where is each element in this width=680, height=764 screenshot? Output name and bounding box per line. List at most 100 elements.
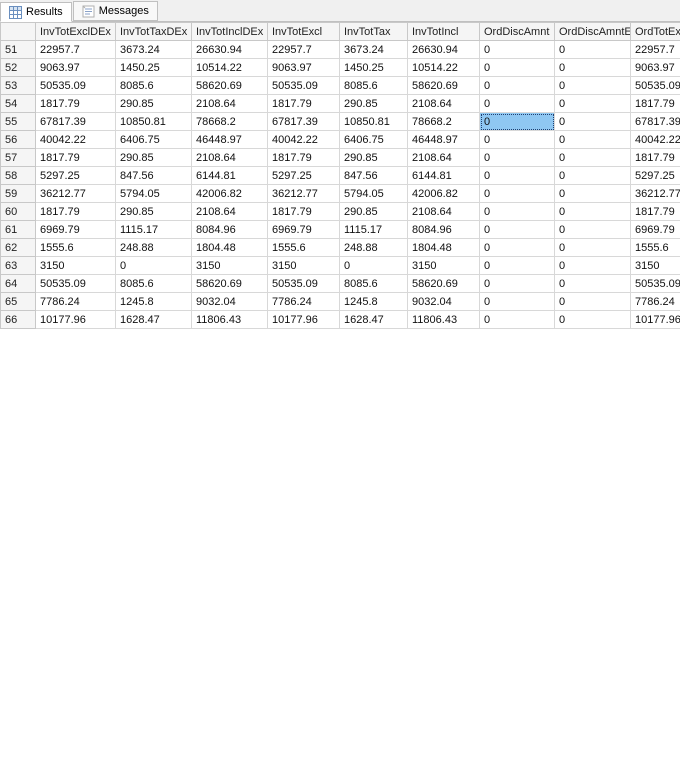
- row-number-cell[interactable]: 63: [1, 257, 36, 275]
- data-cell[interactable]: 6969.79: [631, 221, 680, 239]
- tab-messages[interactable]: Messages: [73, 1, 158, 21]
- data-cell[interactable]: 7786.24: [268, 293, 340, 311]
- data-cell[interactable]: 3673.24: [116, 41, 192, 59]
- data-cell[interactable]: 0: [555, 167, 631, 185]
- data-cell[interactable]: 5297.25: [631, 167, 680, 185]
- data-cell[interactable]: 78668.2: [192, 113, 268, 131]
- row-number-cell[interactable]: 65: [1, 293, 36, 311]
- table-row[interactable]: 621555.6248.881804.481555.6248.881804.48…: [1, 239, 680, 257]
- column-header[interactable]: InvTotTaxDEx: [116, 23, 192, 41]
- data-cell[interactable]: 2108.64: [192, 149, 268, 167]
- data-cell[interactable]: 0: [555, 185, 631, 203]
- data-cell[interactable]: 0: [555, 293, 631, 311]
- data-cell[interactable]: 10514.22: [408, 59, 480, 77]
- data-cell[interactable]: 1555.6: [631, 239, 680, 257]
- data-cell[interactable]: 7786.24: [631, 293, 680, 311]
- table-row[interactable]: 5936212.775794.0542006.8236212.775794.05…: [1, 185, 680, 203]
- data-cell[interactable]: 5794.05: [116, 185, 192, 203]
- data-cell[interactable]: 8084.96: [192, 221, 268, 239]
- data-cell[interactable]: 22957.7: [631, 41, 680, 59]
- data-cell[interactable]: 0: [555, 59, 631, 77]
- data-cell[interactable]: 50535.09: [268, 275, 340, 293]
- table-row[interactable]: 6450535.098085.658620.6950535.098085.658…: [1, 275, 680, 293]
- corner-cell[interactable]: [1, 23, 36, 41]
- row-number-cell[interactable]: 64: [1, 275, 36, 293]
- data-cell[interactable]: 0: [555, 131, 631, 149]
- data-cell[interactable]: 1245.8: [116, 293, 192, 311]
- row-number-cell[interactable]: 51: [1, 41, 36, 59]
- data-cell[interactable]: 0: [555, 275, 631, 293]
- data-cell[interactable]: 5794.05: [340, 185, 408, 203]
- data-cell[interactable]: 3150: [36, 257, 116, 275]
- data-cell[interactable]: 0: [480, 293, 555, 311]
- data-cell[interactable]: 58620.69: [408, 77, 480, 95]
- data-cell[interactable]: 8084.96: [408, 221, 480, 239]
- data-cell[interactable]: 290.85: [340, 95, 408, 113]
- data-cell[interactable]: 26630.94: [192, 41, 268, 59]
- data-cell[interactable]: 7786.24: [36, 293, 116, 311]
- data-cell[interactable]: 22957.7: [268, 41, 340, 59]
- data-cell[interactable]: 3150: [631, 257, 680, 275]
- data-cell[interactable]: 40042.22: [268, 131, 340, 149]
- data-cell[interactable]: 290.85: [116, 95, 192, 113]
- data-cell[interactable]: 11806.43: [408, 311, 480, 329]
- row-number-cell[interactable]: 60: [1, 203, 36, 221]
- table-row[interactable]: 541817.79290.852108.641817.79290.852108.…: [1, 95, 680, 113]
- tab-results[interactable]: Results: [0, 2, 72, 22]
- column-header[interactable]: InvTotTax: [340, 23, 408, 41]
- data-cell[interactable]: 5297.25: [268, 167, 340, 185]
- table-row[interactable]: 601817.79290.852108.641817.79290.852108.…: [1, 203, 680, 221]
- data-cell[interactable]: 11806.43: [192, 311, 268, 329]
- data-cell[interactable]: 9032.04: [192, 293, 268, 311]
- row-number-cell[interactable]: 59: [1, 185, 36, 203]
- data-cell[interactable]: 8085.6: [340, 77, 408, 95]
- row-number-cell[interactable]: 55: [1, 113, 36, 131]
- data-cell[interactable]: 36212.77: [36, 185, 116, 203]
- data-cell[interactable]: 1817.79: [268, 203, 340, 221]
- row-number-cell[interactable]: 62: [1, 239, 36, 257]
- data-cell[interactable]: 0: [480, 239, 555, 257]
- data-cell[interactable]: 0: [116, 257, 192, 275]
- data-cell[interactable]: 0: [480, 149, 555, 167]
- data-cell[interactable]: 8085.6: [340, 275, 408, 293]
- data-cell[interactable]: 67817.39: [268, 113, 340, 131]
- data-cell[interactable]: 1817.79: [36, 203, 116, 221]
- data-cell[interactable]: 3150: [192, 257, 268, 275]
- data-cell[interactable]: 58620.69: [192, 77, 268, 95]
- data-cell[interactable]: 0: [555, 113, 631, 131]
- data-cell[interactable]: 36212.77: [268, 185, 340, 203]
- data-cell[interactable]: 50535.09: [36, 275, 116, 293]
- row-number-cell[interactable]: 54: [1, 95, 36, 113]
- data-cell[interactable]: 9063.97: [36, 59, 116, 77]
- data-cell[interactable]: 0: [480, 257, 555, 275]
- table-row[interactable]: 616969.791115.178084.966969.791115.17808…: [1, 221, 680, 239]
- data-cell[interactable]: 46448.97: [192, 131, 268, 149]
- data-cell[interactable]: 0: [555, 221, 631, 239]
- data-cell[interactable]: 9032.04: [408, 293, 480, 311]
- data-cell[interactable]: 6144.81: [192, 167, 268, 185]
- data-cell[interactable]: 2108.64: [408, 203, 480, 221]
- data-cell[interactable]: 1245.8: [340, 293, 408, 311]
- column-header[interactable]: InvTotInclDEx: [192, 23, 268, 41]
- data-cell[interactable]: 1817.79: [268, 95, 340, 113]
- data-cell[interactable]: 6144.81: [408, 167, 480, 185]
- data-cell[interactable]: 0: [555, 41, 631, 59]
- data-cell[interactable]: 10514.22: [192, 59, 268, 77]
- data-cell[interactable]: 0: [480, 275, 555, 293]
- table-row[interactable]: 585297.25847.566144.815297.25847.566144.…: [1, 167, 680, 185]
- data-cell[interactable]: 248.88: [340, 239, 408, 257]
- column-header[interactable]: InvTotExcl: [268, 23, 340, 41]
- data-cell[interactable]: 0: [555, 95, 631, 113]
- data-cell[interactable]: 1555.6: [268, 239, 340, 257]
- data-cell[interactable]: 0: [555, 257, 631, 275]
- data-cell[interactable]: 1817.79: [36, 149, 116, 167]
- data-cell[interactable]: 2108.64: [192, 203, 268, 221]
- data-cell[interactable]: 50535.09: [631, 77, 680, 95]
- data-cell[interactable]: 0: [480, 185, 555, 203]
- data-cell[interactable]: 1804.48: [408, 239, 480, 257]
- data-cell[interactable]: 290.85: [116, 149, 192, 167]
- data-cell[interactable]: 0: [480, 203, 555, 221]
- data-cell[interactable]: 22957.7: [36, 41, 116, 59]
- column-header[interactable]: OrdDiscAmnt: [480, 23, 555, 41]
- data-cell[interactable]: 6406.75: [340, 131, 408, 149]
